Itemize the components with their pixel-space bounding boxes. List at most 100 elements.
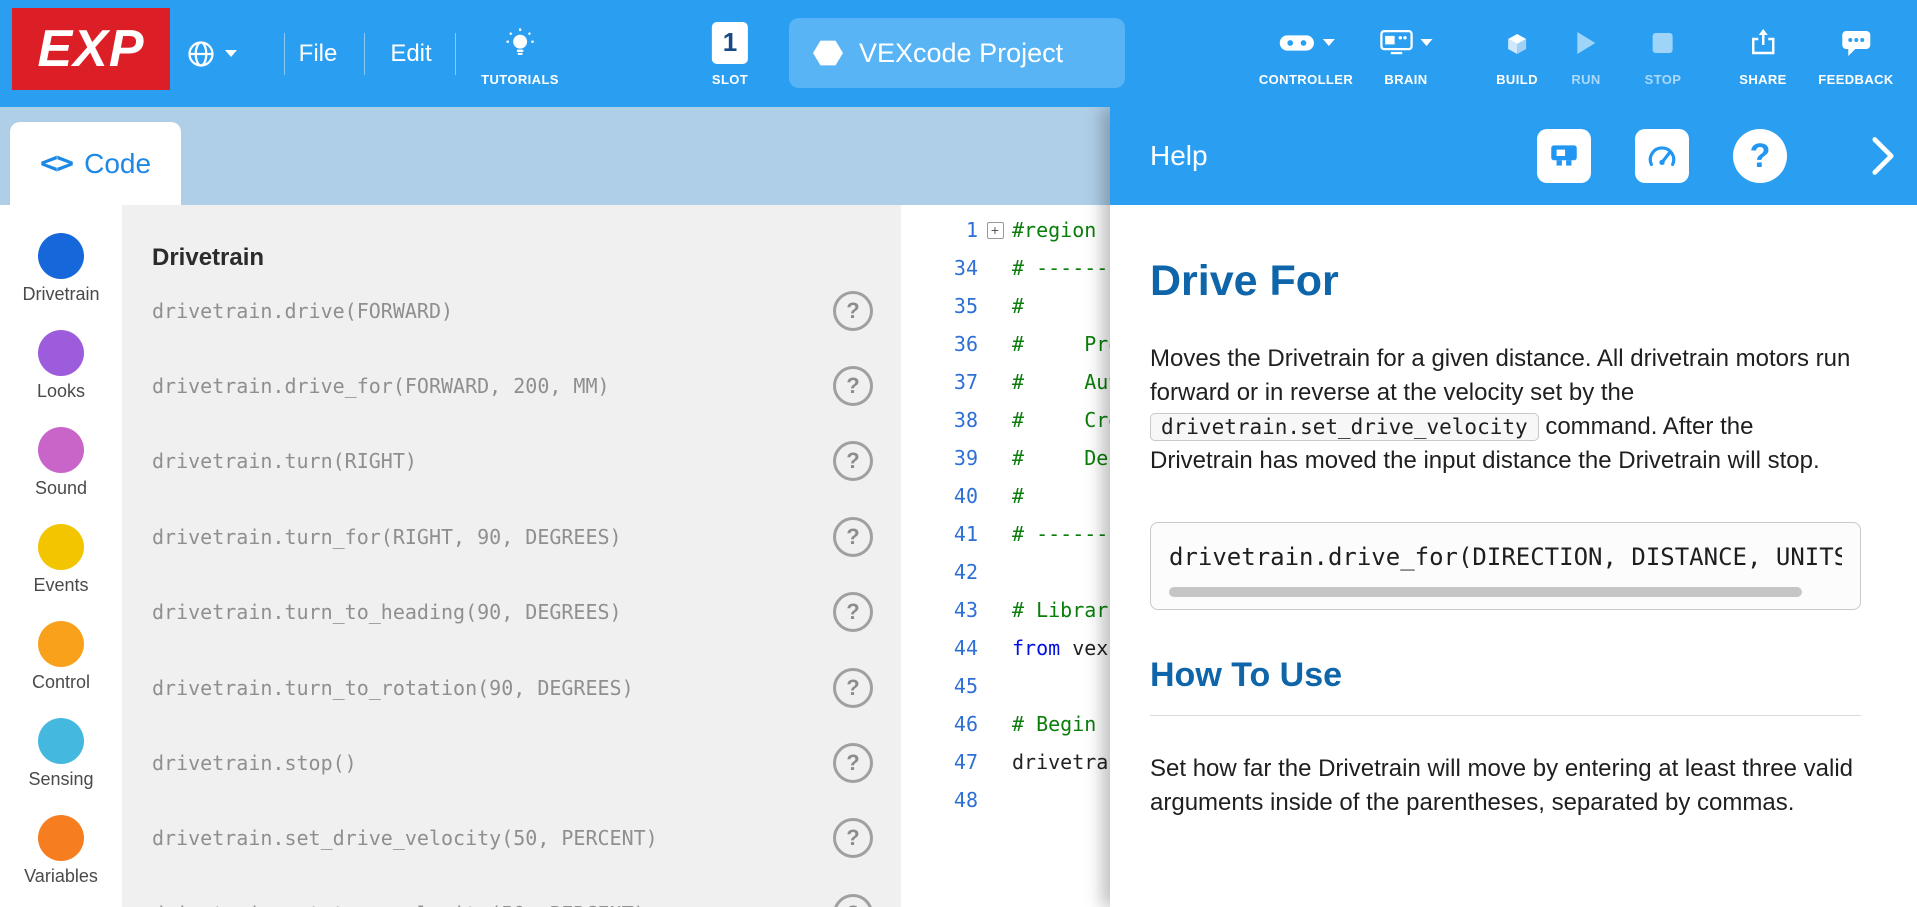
command-help-button[interactable]: ? [833,668,873,708]
palette-command-row[interactable]: drivetrain.stop() ? [152,725,901,800]
editor-line[interactable]: 46 # Begin [901,705,1110,743]
tutorials-button[interactable]: TUTORIALS [481,0,559,107]
palette-command-row[interactable]: drivetrain.turn(RIGHT) ? [152,424,901,499]
project-name-button[interactable]: VEXcode Project [789,18,1125,88]
category-sound[interactable]: Sound [35,427,87,499]
editor-line[interactable]: 47 drivetrain [901,743,1110,781]
line-number: 38 [901,408,978,432]
editor-line[interactable]: 37 # Auto [901,363,1110,401]
command-help-button[interactable]: ? [833,291,873,331]
editor-line[interactable]: 43 # Librar [901,591,1110,629]
horizontal-scrollbar[interactable] [1169,587,1802,597]
how-to-use-heading: How To Use [1150,656,1861,695]
editor-line[interactable]: 41 # --------- [901,515,1110,553]
palette-command-row[interactable]: drivetrain.drive(FORWARD) ? [152,273,901,348]
command-text: drivetrain.stop() [152,751,357,775]
command-text: drivetrain.drive_for(FORWARD, 200, MM) [152,374,610,398]
code-sample-box: drivetrain.drive_for(DIRECTION, DISTANCE… [1150,522,1861,610]
chevron-right-icon [1871,136,1895,176]
editor-line[interactable]: 44 from vex import [901,629,1110,667]
feedback-button[interactable]: FEEDBACK [1818,0,1893,107]
command-help-button[interactable]: ? [833,366,873,406]
stop-button[interactable]: STOP [1645,0,1682,107]
slot-label: SLOT [712,72,748,87]
caret-down-icon [225,50,237,57]
fold-expand-icon[interactable]: + [987,222,1004,239]
feedback-label: FEEDBACK [1818,72,1893,87]
collapse-panel-button[interactable] [1871,136,1895,176]
editor-line[interactable]: 39 # Desc [901,439,1110,477]
code-editor[interactable]: 1 + #region 34 # --------- 35 # 36 # Pro… [901,205,1110,907]
slot-button[interactable]: 1 SLOT [712,0,748,107]
palette-command-row[interactable]: drivetrain.turn_for(RIGHT, 90, DEGREES) … [152,499,901,574]
file-menu[interactable]: File [299,0,338,107]
code-text: # Crea [1012,408,1110,432]
help-panel: Help ? Drive For Moves the Drivetrain fo… [1110,107,1917,907]
code-text: drivetrain [1012,750,1110,774]
editor-line[interactable]: 48 [901,781,1110,819]
section-divider [1150,715,1861,716]
sound-category-icon [38,427,84,473]
edit-menu[interactable]: Edit [390,0,431,107]
gauge-icon [1645,139,1679,173]
toolbar-separator [364,33,365,75]
controller-button[interactable]: CONTROLLER [1259,0,1353,107]
command-help-button[interactable]: ? [833,894,873,907]
editor-line[interactable]: 40 # [901,477,1110,515]
category-control[interactable]: Control [32,621,90,693]
command-text: drivetrain.turn_to_heading(90, DEGREES) [152,600,622,624]
how-to-use-text: Set how far the Drivetrain will move by … [1150,752,1861,820]
category-drivetrain[interactable]: Drivetrain [22,233,99,305]
language-globe-button[interactable] [186,0,237,107]
line-number: 48 [901,788,978,812]
command-text: drivetrain.drive(FORWARD) [152,299,453,323]
palette-command-row[interactable]: drivetrain.set_turn_velocity(50, PERCENT… [152,876,901,907]
palette-command-row[interactable]: drivetrain.set_drive_velocity(50, PERCEN… [152,801,901,876]
palette-command-row[interactable]: drivetrain.turn_to_rotation(90, DEGREES)… [152,650,901,725]
editor-line[interactable]: 34 # --------- [901,249,1110,287]
toolbar-separator [455,33,456,75]
category-events[interactable]: Events [33,524,88,596]
dashboard-button[interactable] [1635,129,1689,183]
editor-line[interactable]: 36 # Proj [901,325,1110,363]
question-icon: ? [1750,137,1771,176]
palette-command-row[interactable]: drivetrain.turn_to_heading(90, DEGREES) … [152,575,901,650]
brain-status-button[interactable] [1537,129,1591,183]
command-help-button[interactable]: ? [833,517,873,557]
editor-line[interactable]: 45 [901,667,1110,705]
tab-code[interactable]: <> Code [10,122,181,205]
editor-line[interactable]: 35 # [901,287,1110,325]
share-label: SHARE [1739,72,1787,87]
command-help-button[interactable]: ? [833,592,873,632]
stop-icon [1652,32,1674,54]
code-tab-label: Code [84,148,151,180]
build-button[interactable]: BUILD [1496,0,1538,107]
help-toggle-button[interactable]: ? [1733,129,1787,183]
run-button[interactable]: RUN [1571,0,1600,107]
category-label: Variables [24,866,98,887]
palette-command-row[interactable]: drivetrain.drive_for(FORWARD, 200, MM) ? [152,348,901,423]
command-text: drivetrain.turn_to_rotation(90, DEGREES) [152,676,634,700]
brain-device-icon [1547,139,1581,173]
category-sensing[interactable]: Sensing [28,718,93,790]
editor-line[interactable]: 1 + #region [901,211,1110,249]
command-help-button[interactable]: ? [833,818,873,858]
description-text: Moves the Drivetrain for a given distanc… [1150,345,1850,406]
line-number: 42 [901,560,978,584]
build-icon [1502,29,1532,57]
help-panel-header: Help ? [1110,107,1917,205]
editor-line[interactable]: 38 # Crea [901,401,1110,439]
category-variables[interactable]: Variables [24,815,98,887]
command-help-button[interactable]: ? [833,743,873,783]
editor-line[interactable]: 42 [901,553,1110,591]
question-icon: ? [846,675,859,701]
share-button[interactable]: SHARE [1739,0,1787,107]
controller-icon [1278,30,1316,56]
brain-button[interactable]: BRAIN [1380,0,1433,107]
category-looks[interactable]: Looks [37,330,85,402]
command-text: drivetrain.turn_for(RIGHT, 90, DEGREES) [152,525,622,549]
question-icon: ? [846,599,859,625]
line-number: 40 [901,484,978,508]
command-help-button[interactable]: ? [833,441,873,481]
line-number: 46 [901,712,978,736]
